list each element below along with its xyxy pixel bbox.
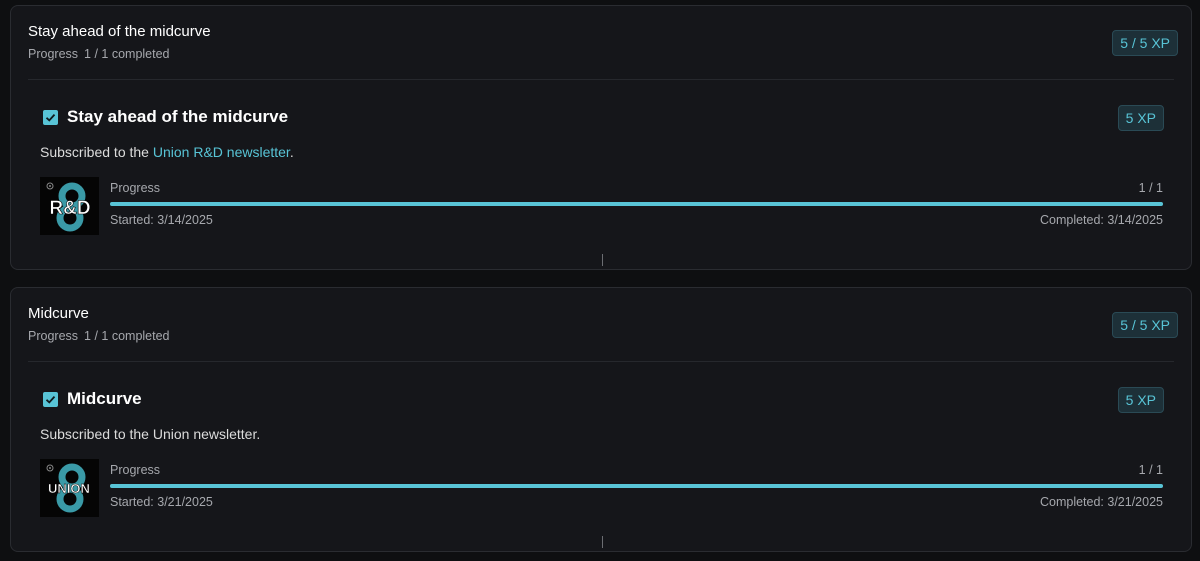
quest-progress: Progress 1 / 1 completed [28, 47, 170, 61]
progress-bar [110, 484, 1163, 488]
task-completed-date: Completed: 3/21/2025 [1039, 495, 1163, 509]
progress-bar-fill [110, 484, 1163, 488]
task-xp-badge: 5 XP [1117, 105, 1164, 131]
quest-progress-label: Progress [28, 47, 79, 61]
quest-progress-value: 1 / 1 completed [84, 47, 170, 61]
logo-text: UNION [48, 481, 90, 496]
checkbox-checked-icon[interactable] [43, 392, 58, 407]
quest-xp-badge: 5 / 5 XP [1112, 30, 1178, 56]
quest-header: Midcurve Progress 1 / 1 completed 5 / 5 X… [11, 288, 1191, 362]
task-title: Midcurve [67, 389, 142, 408]
task-description: Subscribed to the Union R&D newsletter. [40, 144, 294, 160]
task-started-date: Started: 3/14/2025 [110, 213, 213, 227]
task-progress-count: 1 / 1 [1138, 463, 1163, 477]
quest-progress-value: 1 / 1 completed [84, 329, 170, 343]
quest-title: Midcurve [28, 305, 89, 322]
quest-progress-label: Progress [28, 329, 79, 343]
rnd-logo: R&D [40, 177, 99, 235]
task-item: Midcurve 5 XP Subscribed to the Union ne… [11, 362, 1191, 550]
progress-bar [110, 202, 1163, 206]
quest-title: Stay ahead of the midcurve [28, 23, 211, 40]
task-title: Stay ahead of the midcurve [67, 107, 289, 126]
quest-card: Stay ahead of the midcurve Progress 1 / 1… [10, 5, 1192, 270]
logo-text: R&D [49, 198, 90, 219]
task-progress-label: Progress [110, 463, 161, 477]
quest-xp-badge: 5 / 5 XP [1112, 312, 1178, 338]
union-logo: UNION [40, 459, 99, 517]
task-progress-label: Progress [110, 181, 161, 195]
task-item: Stay ahead of the midcurve 5 XP Subscrib… [11, 80, 1191, 268]
newsletter-link[interactable]: Union R&D newsletter [153, 144, 290, 160]
task-progress-count: 1 / 1 [1138, 181, 1163, 195]
progress-bar-fill [110, 202, 1163, 206]
task-description: Subscribed to the Union newsletter. [40, 426, 260, 442]
drag-handle[interactable] [602, 254, 603, 266]
quest-card: Midcurve Progress 1 / 1 completed 5 / 5 X… [10, 287, 1192, 552]
quest-header: Stay ahead of the midcurve Progress 1 / 1… [11, 6, 1191, 80]
task-description-suffix: . [289, 144, 294, 160]
task-completed-date: Completed: 3/14/2025 [1039, 213, 1163, 227]
task-description-text: Subscribed to the Union newsletter. [40, 426, 261, 442]
quest-progress: Progress 1 / 1 completed [28, 329, 170, 343]
checkbox-checked-icon[interactable] [43, 110, 58, 125]
drag-handle[interactable] [602, 536, 603, 548]
task-xp-badge: 5 XP [1117, 387, 1164, 413]
task-started-date: Started: 3/21/2025 [110, 495, 213, 509]
task-description-text: Subscribed to the [40, 144, 153, 160]
